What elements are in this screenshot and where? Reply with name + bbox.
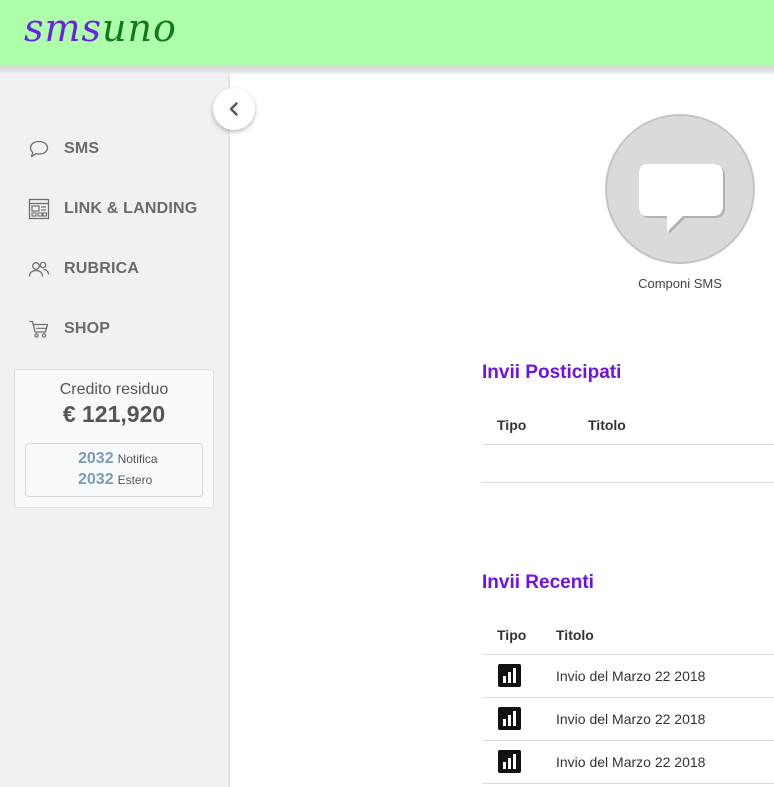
row-title[interactable]: Invio del Marzo 22 2018	[556, 668, 705, 684]
table-divider	[482, 482, 774, 483]
chat-bubble-icon	[27, 137, 51, 161]
stats-icon	[498, 664, 521, 687]
sidebar-item-label: SMS	[64, 140, 100, 157]
table-divider	[482, 783, 774, 784]
scheduled-section-title: Invii Posticipati	[482, 362, 622, 383]
sidebar-item-shop[interactable]: SHOP	[0, 309, 228, 349]
table-divider	[482, 697, 774, 698]
credit-title: Credito residuo	[59, 381, 169, 398]
recent-section-title: Invii Recenti	[482, 572, 594, 593]
sidebar-item-label: RUBRICA	[64, 260, 140, 277]
scheduled-col-titolo: Titolo	[588, 417, 626, 433]
credit-row-estero: 2032 Estero	[78, 471, 152, 489]
table-divider	[482, 740, 774, 741]
chevron-left-icon	[229, 102, 238, 116]
credit-panel: Credito residuo € 121,920 2032 Notifica 2…	[14, 369, 214, 508]
cart-icon	[27, 317, 51, 341]
row-title[interactable]: Invio del Marzo 22 2018	[556, 754, 705, 770]
credit-row-notifica: 2032 Notifica	[78, 450, 158, 468]
contacts-icon	[27, 257, 51, 281]
app-header: smsuno	[0, 0, 774, 66]
scheduled-col-tipo: Tipo	[497, 417, 527, 433]
compose-sms-label[interactable]: Componi SMS	[600, 276, 760, 291]
sidebar-collapse-button[interactable]	[213, 88, 255, 130]
row-title[interactable]: Invio del Marzo 22 2018	[556, 711, 705, 727]
credit-count: 2032	[78, 450, 114, 467]
compose-sms-button[interactable]	[605, 114, 755, 264]
recent-col-titolo: Titolo	[556, 627, 594, 643]
sidebar-item-label: LINK & LANDING	[64, 200, 198, 217]
sidebar-item-link-landing[interactable]: LINK & LANDING	[0, 189, 228, 229]
sidebar-item-label: SHOP	[64, 320, 111, 337]
brand-logo-part1: sms	[24, 6, 103, 50]
brand-logo[interactable]: smsuno	[24, 6, 177, 50]
stats-icon	[498, 707, 521, 730]
table-divider	[482, 654, 774, 655]
credit-count: 2032	[78, 471, 114, 488]
brand-logo-part2: uno	[102, 6, 177, 50]
recent-col-tipo: Tipo	[497, 627, 527, 643]
sidebar-item-rubrica[interactable]: RUBRICA	[0, 249, 228, 289]
table-divider	[482, 444, 774, 445]
credit-value: € 121,920	[62, 401, 166, 427]
landing-page-icon	[27, 197, 51, 221]
stats-icon	[498, 750, 521, 773]
header-shadow	[0, 66, 774, 74]
credit-breakdown: 2032 Notifica 2032 Estero	[25, 443, 203, 497]
credit-type: Estero	[117, 473, 153, 487]
credit-type: Notifica	[117, 452, 158, 466]
sidebar-item-sms[interactable]: SMS	[0, 129, 228, 169]
message-bubble-icon	[639, 164, 725, 234]
